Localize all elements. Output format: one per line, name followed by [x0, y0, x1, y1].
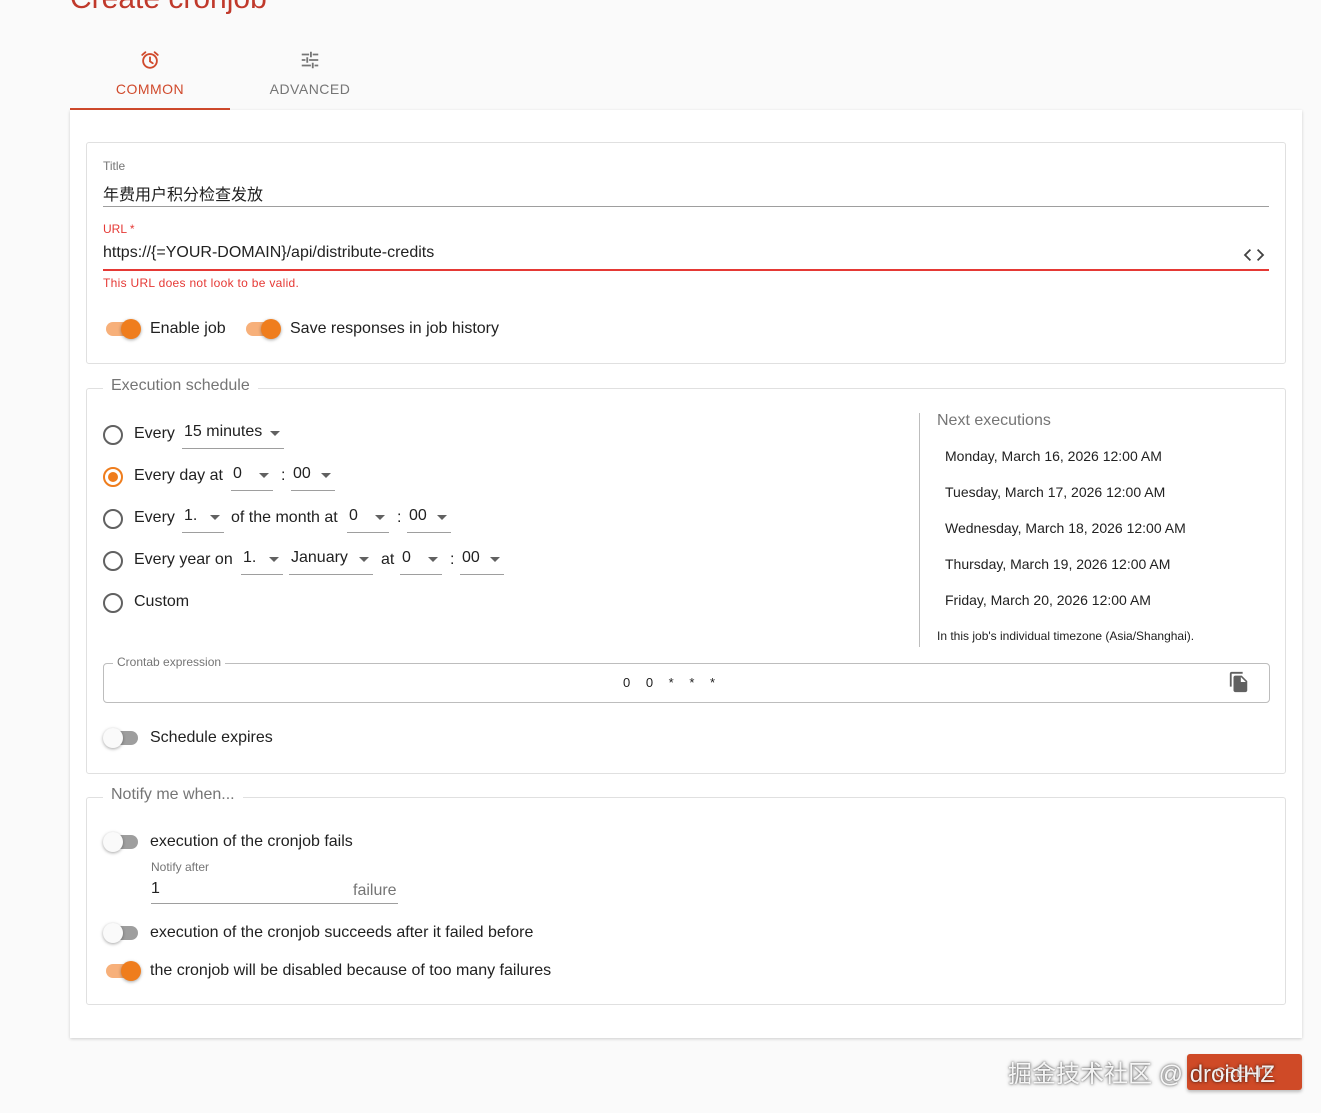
tab-advanced[interactable]: ADVANCED	[230, 40, 390, 110]
month-time-separator: :	[397, 509, 402, 526]
year-minute-select[interactable]: 00	[460, 547, 504, 575]
next-execution-item: Monday, March 16, 2026 12:00 AM	[945, 448, 1162, 464]
notify-disabled-switch[interactable]	[104, 961, 141, 981]
notify-section: Notify me when... execution of the cronj…	[86, 786, 1286, 1005]
crontab-value: 0 0 * * *	[623, 675, 722, 690]
every-month-prefix: Every	[134, 509, 175, 526]
schedule-expires-switch[interactable]	[103, 728, 140, 748]
next-executions-title: Next executions	[937, 412, 1051, 429]
day-hour-select[interactable]: 0	[231, 463, 273, 491]
notify-after-underline	[151, 903, 398, 904]
tab-common-label: COMMON	[115, 81, 185, 97]
create-button[interactable]: CREATE	[1187, 1054, 1302, 1090]
tab-advanced-label: ADVANCED	[269, 81, 351, 97]
every-year-at: at	[381, 551, 395, 568]
radio-custom[interactable]	[103, 593, 123, 613]
chevron-down-icon	[437, 515, 447, 520]
notify-legend: Notify me when...	[103, 786, 243, 804]
chevron-down-icon	[269, 557, 279, 562]
year-month-select[interactable]: January	[289, 547, 373, 575]
execution-schedule-legend: Execution schedule	[103, 377, 258, 395]
every-day-prefix: Every day at	[134, 467, 223, 484]
url-input[interactable]: https://{=YOUR-DOMAIN}/api/distribute-cr…	[103, 244, 434, 262]
common-section: Title 年费用户积分检查发放 URL * https://{=YOUR-DO…	[86, 142, 1286, 364]
every-minutes-prefix: Every	[134, 425, 175, 442]
notify-fails-label: execution of the cronjob fails	[150, 833, 353, 850]
tab-common[interactable]: COMMON	[70, 40, 230, 110]
chevron-down-icon	[490, 557, 500, 562]
timezone-note: In this job's individual timezone (Asia/…	[937, 629, 1195, 643]
tune-icon	[298, 48, 322, 72]
url-underline	[103, 269, 1269, 271]
notify-after-input[interactable]: 1	[151, 880, 160, 898]
execution-schedule-section: Execution schedule Every 15 minutes Ever…	[86, 377, 1286, 774]
radio-every-day[interactable]	[103, 467, 123, 487]
form-card: Title 年费用户积分检查发放 URL * https://{=YOUR-DO…	[70, 110, 1302, 1038]
chevron-down-icon	[375, 515, 385, 520]
enable-job-switch[interactable]	[104, 319, 141, 339]
chevron-down-icon	[428, 557, 438, 562]
day-time-separator: :	[281, 467, 286, 484]
schedule-expires-label: Schedule expires	[150, 729, 273, 746]
notify-disabled-label: the cronjob will be disabled because of …	[150, 962, 552, 979]
year-hour-select[interactable]: 0	[400, 547, 442, 575]
save-responses-label: Save responses in job history	[290, 320, 499, 337]
save-responses-switch[interactable]	[244, 319, 281, 339]
next-execution-item: Wednesday, March 18, 2026 12:00 AM	[945, 520, 1186, 536]
next-executions-divider	[919, 413, 920, 647]
next-execution-item: Thursday, March 19, 2026 12:00 AM	[945, 556, 1171, 572]
every-month-mid: of the month at	[231, 509, 338, 526]
year-day-select[interactable]: 1.	[241, 547, 283, 575]
tab-bar: COMMON ADVANCED	[70, 40, 390, 110]
enable-job-label: Enable job	[150, 320, 226, 337]
title-underline	[103, 206, 1269, 207]
month-minute-select[interactable]: 00	[407, 505, 451, 533]
chevron-down-icon	[270, 431, 280, 436]
month-hour-select[interactable]: 0	[347, 505, 389, 533]
radio-every-year[interactable]	[103, 551, 123, 571]
radio-every-minutes[interactable]	[103, 425, 123, 445]
notify-succeeds-switch[interactable]	[103, 923, 140, 943]
page-title: Create cronjob	[70, 0, 267, 16]
url-label: URL *	[103, 222, 135, 236]
title-label: Title	[103, 159, 126, 173]
next-execution-item: Friday, March 20, 2026 12:00 AM	[945, 592, 1151, 608]
code-icon[interactable]	[1243, 246, 1265, 269]
alarm-icon	[138, 48, 162, 72]
chevron-down-icon	[359, 557, 369, 562]
next-execution-item: Tuesday, March 17, 2026 12:00 AM	[945, 484, 1166, 500]
create-cronjob-page: Create cronjob COMMON ADVANCED Title 年费用…	[0, 0, 1321, 1113]
day-minute-select[interactable]: 00	[291, 463, 335, 491]
month-day-select[interactable]: 1.	[182, 505, 224, 533]
notify-succeeds-label: execution of the cronjob succeeds after …	[150, 924, 534, 941]
notify-after-suffix: failure	[353, 882, 397, 899]
chevron-down-icon	[321, 473, 331, 478]
custom-label: Custom	[134, 593, 190, 610]
title-input[interactable]: 年费用户积分检查发放	[103, 181, 263, 205]
chevron-down-icon	[210, 515, 220, 520]
every-year-prefix: Every year on	[134, 551, 233, 568]
chevron-down-icon	[259, 473, 269, 478]
radio-every-month[interactable]	[103, 509, 123, 529]
crontab-label: Crontab expression	[113, 655, 226, 669]
notify-after-label: Notify after	[151, 860, 210, 874]
minutes-interval-select[interactable]: 15 minutes	[182, 421, 284, 449]
notify-fails-switch[interactable]	[103, 832, 140, 852]
year-time-separator: :	[450, 551, 455, 568]
url-error: This URL does not look to be valid.	[103, 276, 300, 290]
copy-icon[interactable]	[1228, 671, 1250, 698]
